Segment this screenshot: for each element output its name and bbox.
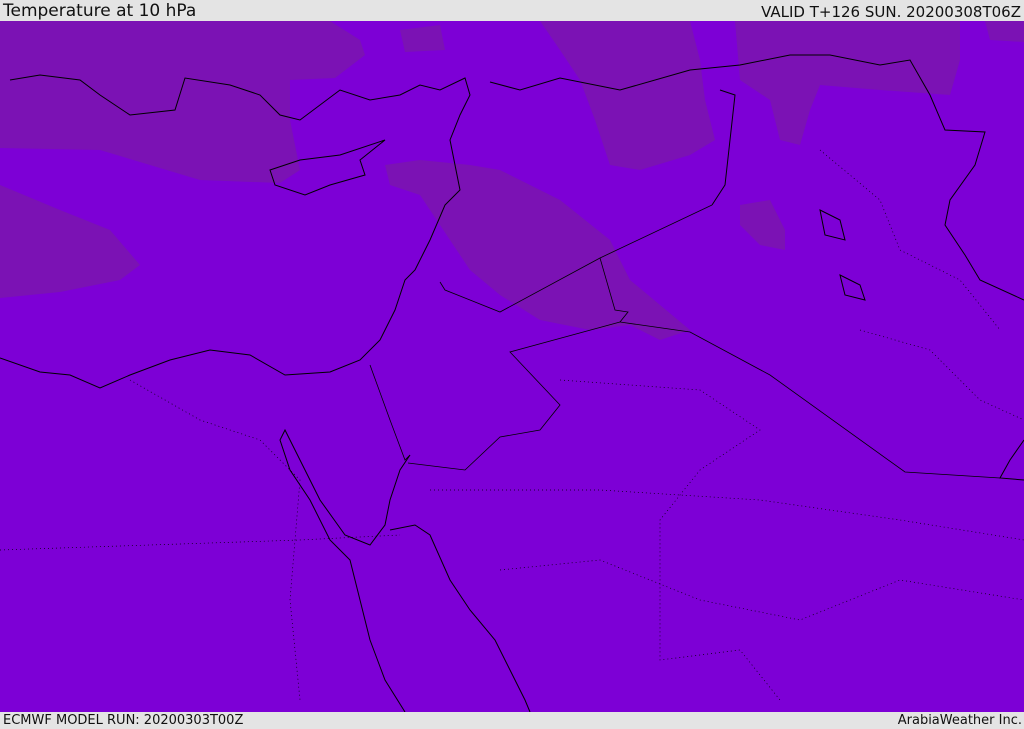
valid-time: VALID T+126 SUN. 20200308T06Z — [761, 3, 1021, 21]
credit: ArabiaWeather Inc. — [897, 713, 1022, 728]
model-run: ECMWF MODEL RUN: 20200303T00Z — [3, 713, 244, 728]
map-title: Temperature at 10 hPa — [3, 1, 197, 21]
header-bar: Temperature at 10 hPa VALID T+126 SUN. 2… — [0, 0, 1024, 21]
footer-bar: ECMWF MODEL RUN: 20200303T00Z ArabiaWeat… — [0, 712, 1024, 729]
temperature-map — [0, 21, 1024, 712]
